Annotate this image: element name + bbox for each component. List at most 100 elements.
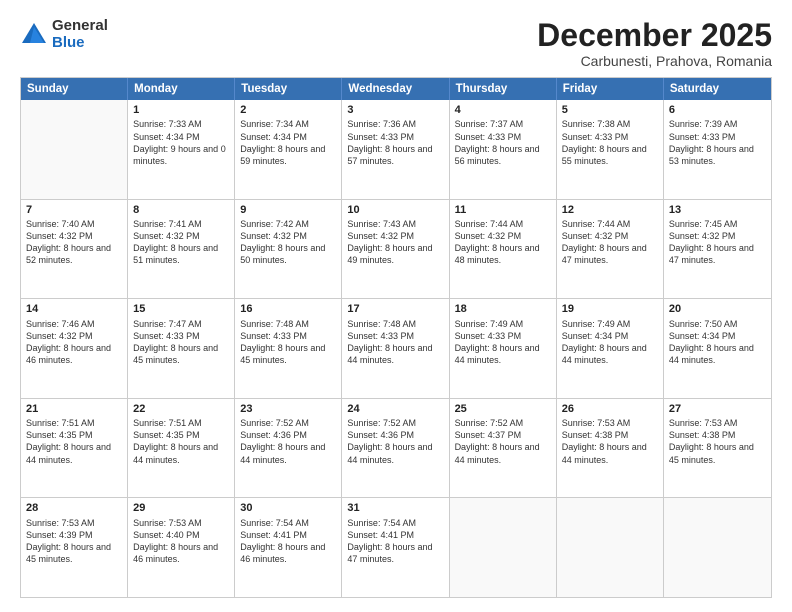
- day-number: 16: [240, 302, 336, 316]
- logo-icon: [20, 21, 48, 49]
- week-row-3: 21Sunrise: 7:51 AM Sunset: 4:35 PM Dayli…: [21, 398, 771, 498]
- day-info: Sunrise: 7:49 AM Sunset: 4:34 PM Dayligh…: [562, 318, 658, 367]
- day-info: Sunrise: 7:53 AM Sunset: 4:38 PM Dayligh…: [562, 417, 658, 466]
- subtitle: Carbunesti, Prahova, Romania: [537, 53, 772, 69]
- day-cell-13: 13Sunrise: 7:45 AM Sunset: 4:32 PM Dayli…: [664, 200, 771, 299]
- day-info: Sunrise: 7:49 AM Sunset: 4:33 PM Dayligh…: [455, 318, 551, 367]
- day-info: Sunrise: 7:41 AM Sunset: 4:32 PM Dayligh…: [133, 218, 229, 267]
- day-cell-5: 5Sunrise: 7:38 AM Sunset: 4:33 PM Daylig…: [557, 100, 664, 199]
- day-number: 21: [26, 402, 122, 416]
- day-number: 5: [562, 103, 658, 117]
- day-number: 1: [133, 103, 229, 117]
- day-number: 20: [669, 302, 766, 316]
- day-info: Sunrise: 7:52 AM Sunset: 4:36 PM Dayligh…: [240, 417, 336, 466]
- day-info: Sunrise: 7:50 AM Sunset: 4:34 PM Dayligh…: [669, 318, 766, 367]
- week-row-4: 28Sunrise: 7:53 AM Sunset: 4:39 PM Dayli…: [21, 497, 771, 597]
- day-info: Sunrise: 7:48 AM Sunset: 4:33 PM Dayligh…: [347, 318, 443, 367]
- day-cell-9: 9Sunrise: 7:42 AM Sunset: 4:32 PM Daylig…: [235, 200, 342, 299]
- day-cell-29: 29Sunrise: 7:53 AM Sunset: 4:40 PM Dayli…: [128, 498, 235, 597]
- day-cell-7: 7Sunrise: 7:40 AM Sunset: 4:32 PM Daylig…: [21, 200, 128, 299]
- day-info: Sunrise: 7:54 AM Sunset: 4:41 PM Dayligh…: [240, 517, 336, 566]
- empty-cell: [21, 100, 128, 199]
- day-number: 17: [347, 302, 443, 316]
- day-cell-12: 12Sunrise: 7:44 AM Sunset: 4:32 PM Dayli…: [557, 200, 664, 299]
- day-cell-23: 23Sunrise: 7:52 AM Sunset: 4:36 PM Dayli…: [235, 399, 342, 498]
- day-number: 23: [240, 402, 336, 416]
- day-number: 4: [455, 103, 551, 117]
- day-cell-4: 4Sunrise: 7:37 AM Sunset: 4:33 PM Daylig…: [450, 100, 557, 199]
- day-number: 25: [455, 402, 551, 416]
- logo-blue: Blue: [52, 35, 108, 52]
- header-day-tuesday: Tuesday: [235, 78, 342, 100]
- day-cell-19: 19Sunrise: 7:49 AM Sunset: 4:34 PM Dayli…: [557, 299, 664, 398]
- day-number: 15: [133, 302, 229, 316]
- day-info: Sunrise: 7:39 AM Sunset: 4:33 PM Dayligh…: [669, 118, 766, 167]
- day-cell-1: 1Sunrise: 7:33 AM Sunset: 4:34 PM Daylig…: [128, 100, 235, 199]
- day-info: Sunrise: 7:33 AM Sunset: 4:34 PM Dayligh…: [133, 118, 229, 167]
- day-number: 24: [347, 402, 443, 416]
- day-info: Sunrise: 7:36 AM Sunset: 4:33 PM Dayligh…: [347, 118, 443, 167]
- header-day-sunday: Sunday: [21, 78, 128, 100]
- day-info: Sunrise: 7:53 AM Sunset: 4:38 PM Dayligh…: [669, 417, 766, 466]
- day-number: 26: [562, 402, 658, 416]
- logo-text: General Blue: [52, 18, 108, 51]
- day-cell-25: 25Sunrise: 7:52 AM Sunset: 4:37 PM Dayli…: [450, 399, 557, 498]
- day-cell-14: 14 Sunrise: 7:46 AM Sunset: 4:32 PM Dayli…: [21, 299, 128, 398]
- day-info: Sunrise: 7:51 AM Sunset: 4:35 PM Dayligh…: [26, 417, 122, 466]
- day-cell-22: 22Sunrise: 7:51 AM Sunset: 4:35 PM Dayli…: [128, 399, 235, 498]
- day-info: Sunrise: 7:54 AM Sunset: 4:41 PM Dayligh…: [347, 517, 443, 566]
- logo-general: General: [52, 18, 108, 35]
- day-info: Sunrise: 7:45 AM Sunset: 4:32 PM Dayligh…: [669, 218, 766, 267]
- day-cell-2: 2Sunrise: 7:34 AM Sunset: 4:34 PM Daylig…: [235, 100, 342, 199]
- day-info: Sunrise: 7:38 AM Sunset: 4:33 PM Dayligh…: [562, 118, 658, 167]
- day-info: Sunrise: 7:48 AM Sunset: 4:33 PM Dayligh…: [240, 318, 336, 367]
- title-block: December 2025 Carbunesti, Prahova, Roman…: [537, 18, 772, 69]
- day-cell-17: 17 Sunrise: 7:48 AM Sunset: 4:33 PM Dayli…: [342, 299, 449, 398]
- page: General Blue December 2025 Carbunesti, P…: [0, 0, 792, 612]
- week-row-1: 7Sunrise: 7:40 AM Sunset: 4:32 PM Daylig…: [21, 199, 771, 299]
- day-number: 11: [455, 203, 551, 217]
- day-number: 18: [455, 302, 551, 316]
- day-info: Sunrise: 7:34 AM Sunset: 4:34 PM Dayligh…: [240, 118, 336, 167]
- day-number: 6: [669, 103, 766, 117]
- day-cell-16: 16 Sunrise: 7:48 AM Sunset: 4:33 PM Dayli…: [235, 299, 342, 398]
- day-number: 10: [347, 203, 443, 217]
- day-cell-30: 30 Sunrise: 7:54 AM Sunset: 4:41 PM Dayli…: [235, 498, 342, 597]
- day-number: 22: [133, 402, 229, 416]
- header-day-friday: Friday: [557, 78, 664, 100]
- day-info: Sunrise: 7:47 AM Sunset: 4:33 PM Dayligh…: [133, 318, 229, 367]
- day-cell-15: 15 Sunrise: 7:47 AM Sunset: 4:33 PM Dayli…: [128, 299, 235, 398]
- calendar-body: 1Sunrise: 7:33 AM Sunset: 4:34 PM Daylig…: [21, 100, 771, 597]
- day-info: Sunrise: 7:42 AM Sunset: 4:32 PM Dayligh…: [240, 218, 336, 267]
- header-day-saturday: Saturday: [664, 78, 771, 100]
- day-cell-11: 11Sunrise: 7:44 AM Sunset: 4:32 PM Dayli…: [450, 200, 557, 299]
- day-number: 30: [240, 501, 336, 515]
- day-number: 7: [26, 203, 122, 217]
- day-number: 28: [26, 501, 122, 515]
- logo: General Blue: [20, 18, 108, 51]
- header: General Blue December 2025 Carbunesti, P…: [20, 18, 772, 69]
- day-info: Sunrise: 7:44 AM Sunset: 4:32 PM Dayligh…: [562, 218, 658, 267]
- day-info: Sunrise: 7:43 AM Sunset: 4:32 PM Dayligh…: [347, 218, 443, 267]
- day-info: Sunrise: 7:51 AM Sunset: 4:35 PM Dayligh…: [133, 417, 229, 466]
- day-info: Sunrise: 7:44 AM Sunset: 4:32 PM Dayligh…: [455, 218, 551, 267]
- day-info: Sunrise: 7:53 AM Sunset: 4:40 PM Dayligh…: [133, 517, 229, 566]
- week-row-2: 14 Sunrise: 7:46 AM Sunset: 4:32 PM Dayli…: [21, 298, 771, 398]
- header-day-thursday: Thursday: [450, 78, 557, 100]
- day-number: 14: [26, 302, 122, 316]
- day-cell-6: 6Sunrise: 7:39 AM Sunset: 4:33 PM Daylig…: [664, 100, 771, 199]
- day-cell-20: 20 Sunrise: 7:50 AM Sunset: 4:34 PM Dayli…: [664, 299, 771, 398]
- day-cell-8: 8Sunrise: 7:41 AM Sunset: 4:32 PM Daylig…: [128, 200, 235, 299]
- empty-cell: [557, 498, 664, 597]
- header-day-monday: Monday: [128, 78, 235, 100]
- day-number: 13: [669, 203, 766, 217]
- empty-cell: [664, 498, 771, 597]
- calendar: SundayMondayTuesdayWednesdayThursdayFrid…: [20, 77, 772, 598]
- day-info: Sunrise: 7:46 AM Sunset: 4:32 PM Dayligh…: [26, 318, 122, 367]
- day-cell-21: 21Sunrise: 7:51 AM Sunset: 4:35 PM Dayli…: [21, 399, 128, 498]
- day-info: Sunrise: 7:52 AM Sunset: 4:36 PM Dayligh…: [347, 417, 443, 466]
- day-info: Sunrise: 7:52 AM Sunset: 4:37 PM Dayligh…: [455, 417, 551, 466]
- day-info: Sunrise: 7:40 AM Sunset: 4:32 PM Dayligh…: [26, 218, 122, 267]
- week-row-0: 1Sunrise: 7:33 AM Sunset: 4:34 PM Daylig…: [21, 100, 771, 199]
- empty-cell: [450, 498, 557, 597]
